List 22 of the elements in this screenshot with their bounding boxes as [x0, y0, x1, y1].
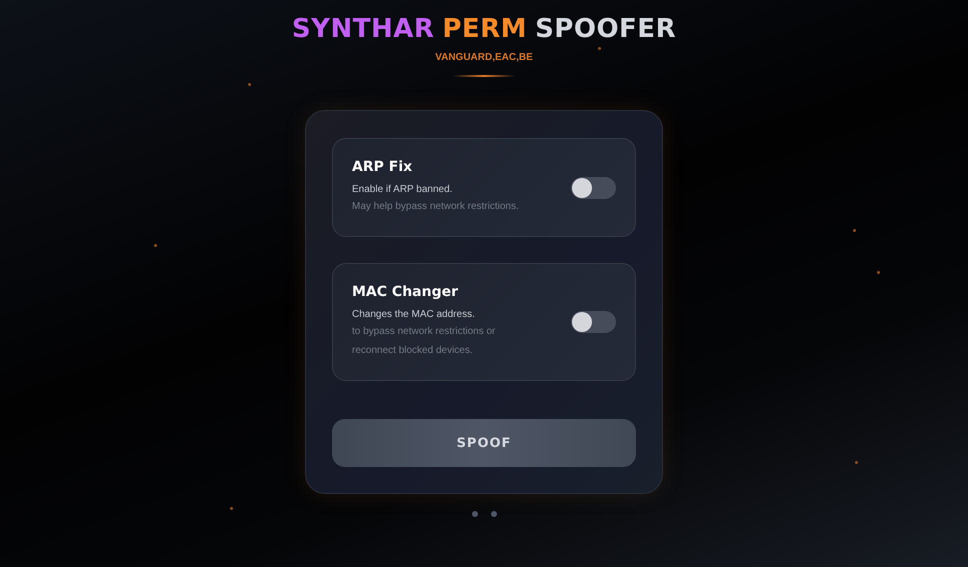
- title-word: PERM: [442, 14, 528, 44]
- option-title: ARP Fix: [352, 159, 414, 175]
- toggle-switch[interactable]: [571, 176, 616, 198]
- option-description: Enable if ARP banned.: [352, 184, 454, 195]
- subtitle: VANGUARD,EAC,BE: [435, 52, 533, 63]
- toggle-switch[interactable]: [571, 311, 616, 333]
- sparkle-dot: [598, 47, 601, 50]
- option-description: Changes the MAC address.: [352, 309, 476, 320]
- sparkle-dot: [877, 271, 880, 274]
- sparkle-dot: [855, 461, 858, 464]
- option-title: MAC Changer: [352, 284, 459, 300]
- title-word: SYNTHAR: [292, 14, 434, 44]
- page-dot[interactable]: [490, 511, 496, 517]
- spoof-button[interactable]: SPOOF: [332, 419, 636, 467]
- sparkle-dot: [154, 244, 157, 247]
- option-note: May help bypass network restrictions.: [352, 200, 519, 214]
- sparkle-dot: [853, 229, 856, 232]
- option-note: to bypass network restrictions or reconnect blocked devices.: [352, 325, 496, 358]
- sparkle-dot: [230, 507, 233, 510]
- title-word: SPOOFER: [535, 14, 676, 44]
- sparkle-dot: [248, 83, 251, 86]
- page-dot[interactable]: [472, 511, 478, 517]
